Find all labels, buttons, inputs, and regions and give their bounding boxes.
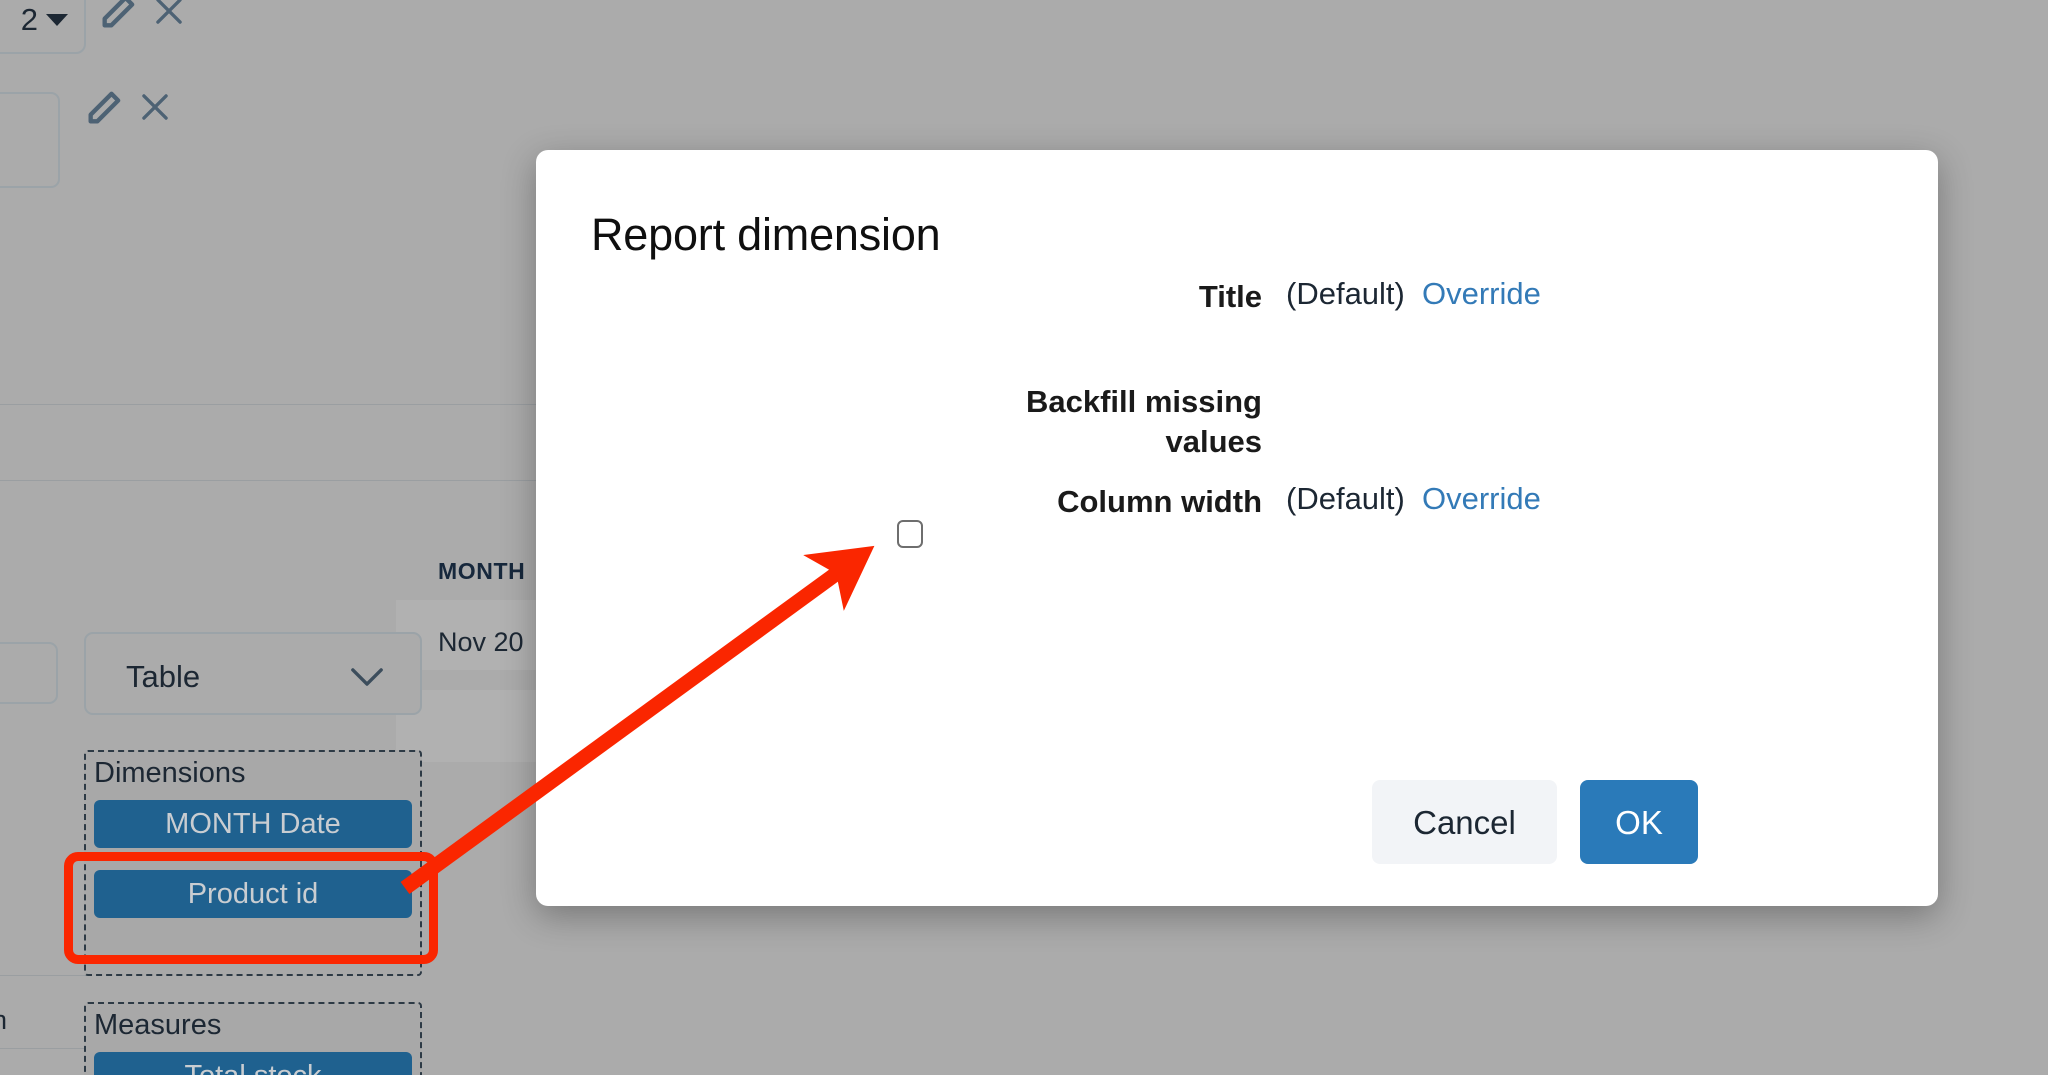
screen: 2 MONTH Nov 20 Table Dimensions MONTH Da… bbox=[0, 0, 2048, 1075]
pencil-icon[interactable] bbox=[84, 88, 124, 128]
dialog-title: Report dimension bbox=[591, 209, 941, 260]
table-column-header: MONTH bbox=[438, 558, 526, 584]
field-value-column-width: (Default) bbox=[1286, 481, 1405, 516]
shelf-title: Dimensions bbox=[94, 757, 246, 789]
table-cell: Nov 20 bbox=[438, 627, 524, 657]
field-value-title: (Default) bbox=[1286, 276, 1405, 311]
close-icon[interactable] bbox=[136, 88, 174, 126]
report-dimension-dialog: Report dimension Title (Default) Overrid… bbox=[536, 150, 1938, 906]
background-number-select[interactable]: 2 bbox=[0, 0, 86, 54]
override-link-column-width[interactable]: Override bbox=[1422, 483, 1541, 514]
caret-down-icon bbox=[46, 14, 68, 26]
shelf-title: Measures bbox=[94, 1009, 222, 1041]
background-number-select-value: 2 bbox=[20, 2, 38, 37]
field-label-backfill-missing-values: Backfill missing values bbox=[1025, 384, 1262, 459]
clipped-left-text: h bbox=[0, 1005, 7, 1036]
dimension-pill-month-date[interactable]: MONTH Date bbox=[94, 800, 412, 848]
pencil-icon[interactable] bbox=[98, 0, 138, 32]
background-input-box[interactable] bbox=[0, 92, 60, 188]
override-link-title[interactable]: Override bbox=[1422, 278, 1541, 309]
shelf-measures[interactable]: Measures Total stock bbox=[84, 1002, 422, 1075]
close-icon[interactable] bbox=[150, 0, 188, 30]
cancel-button[interactable]: Cancel bbox=[1372, 780, 1557, 864]
shelf-dimensions[interactable]: Dimensions MONTH Date Product id bbox=[84, 750, 422, 976]
dimension-pill-product-id[interactable]: Product id bbox=[94, 870, 412, 918]
field-label-title: Title bbox=[1198, 279, 1262, 314]
chevron-down-icon bbox=[350, 666, 384, 693]
visualization-type-select[interactable]: Table bbox=[84, 632, 422, 715]
visualization-type-value: Table bbox=[126, 659, 201, 694]
background-small-box[interactable] bbox=[0, 642, 58, 704]
backfill-missing-values-checkbox[interactable] bbox=[897, 520, 923, 548]
measure-pill-total-stock[interactable]: Total stock bbox=[94, 1052, 412, 1075]
ok-button[interactable]: OK bbox=[1580, 780, 1698, 864]
field-label-column-width: Column width bbox=[1057, 484, 1262, 519]
